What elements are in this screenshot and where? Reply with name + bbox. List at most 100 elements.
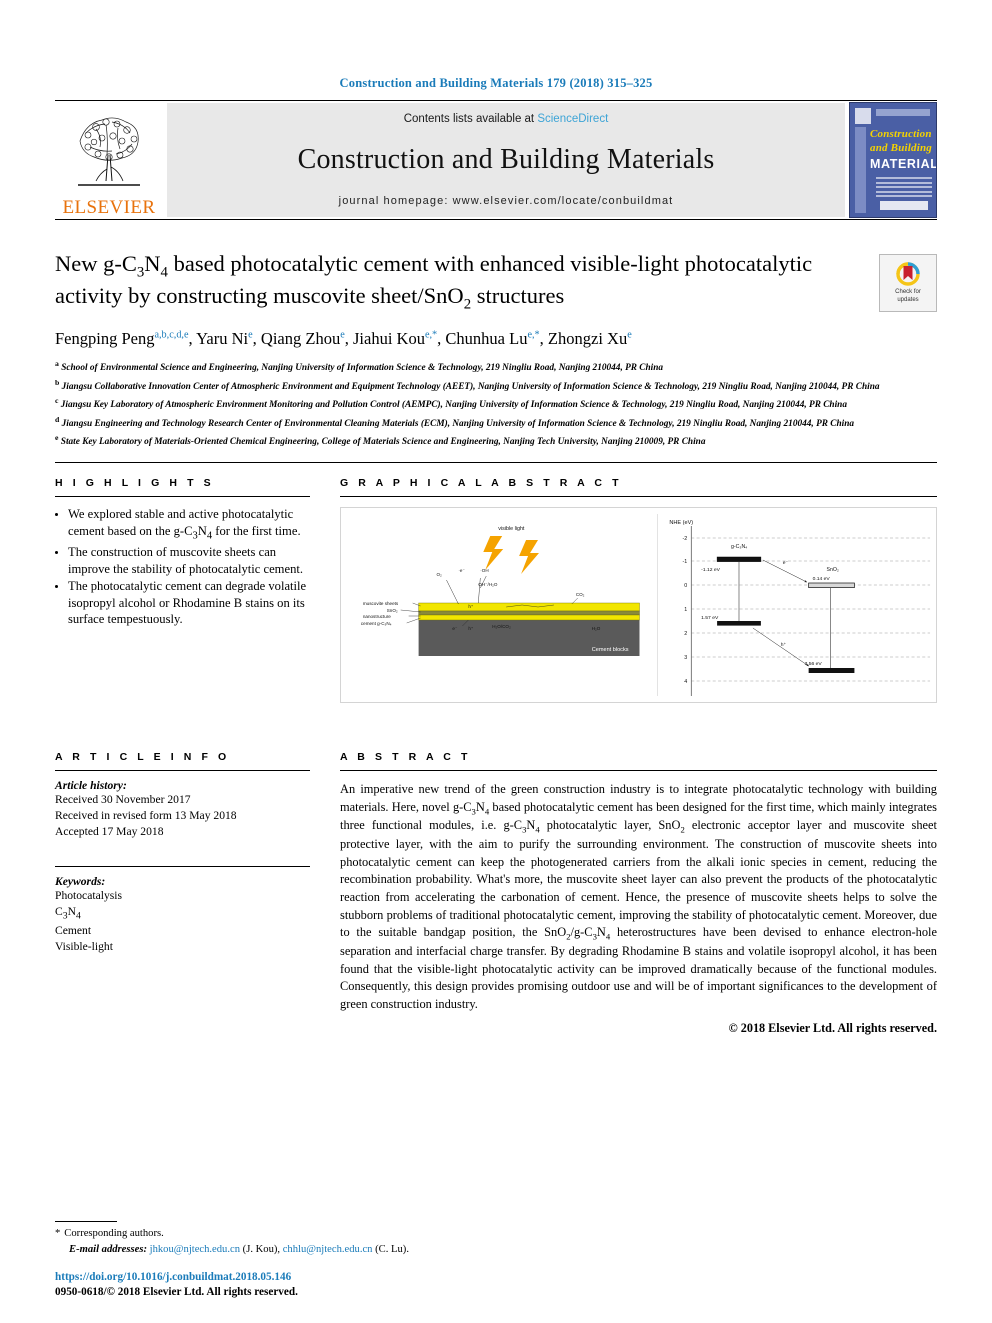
affiliation-marker: d (55, 414, 60, 424)
affiliation-item: a School of Environmental Science and En… (55, 358, 937, 376)
masthead-center: Contents lists available at ScienceDirec… (167, 103, 845, 217)
affiliation-marker: c (55, 396, 59, 406)
affiliation-text: State Key Laboratory of Materials-Orient… (60, 437, 706, 448)
crossmark-label-line1: Check for (895, 289, 921, 295)
corresponding-text: Corresponding authors. (64, 1228, 164, 1240)
cover-title-line-2: and Building (870, 142, 933, 154)
journal-masthead: ELSEVIER Contents lists available at Sci… (55, 101, 937, 219)
article-info-heading: A R T I C L E I N F O (55, 750, 230, 763)
email-link[interactable]: jhkou@njtech.edu.cn (150, 1244, 240, 1255)
author[interactable]: Zhongzi Xue (548, 329, 632, 348)
email-person: (C. Lu) (375, 1243, 407, 1255)
product-label-o2: O₂ (437, 572, 443, 577)
affiliation-item: e State Key Laboratory of Materials-Orie… (55, 432, 937, 450)
product-label-ohwater: OH⁻/H₂O (478, 582, 498, 587)
keyword-item: Photocatalysis (55, 888, 122, 902)
author-affil-marker: e (627, 329, 632, 341)
crossmark-icon (896, 262, 920, 286)
crossmark-badge[interactable]: Check for updates (879, 254, 937, 312)
affiliation-marker: e (55, 433, 59, 443)
level-gcn-cb (717, 556, 761, 562)
affiliation-list: a School of Environmental Science and En… (55, 358, 937, 450)
email-link[interactable]: chhlu@njtech.edu.cn (283, 1244, 373, 1255)
svg-text:4: 4 (684, 679, 687, 685)
carrier-label-e-: ·e⁻ (458, 568, 465, 573)
elsevier-wordmark: ELSEVIER (62, 197, 156, 218)
author[interactable]: Jiahui Koue,* (353, 329, 437, 348)
highlights-list: We explored stable and active photocatal… (55, 506, 310, 628)
product-label-oh: ·OH (480, 568, 488, 573)
graphical-abstract-column: G R A P H I C A L A B S T R A C T visibl… (340, 477, 937, 703)
running-head: Construction and Building Materials 179 … (339, 76, 653, 90)
product-label-h2o: H₂O (592, 626, 601, 631)
level-sno2-cb (808, 582, 855, 588)
article-history-item: Received in revised form 13 May 2018 (55, 808, 237, 822)
author-list: Fengping Penga,b,c,d,e, Yaru Nie, Qiang … (55, 328, 632, 348)
highlights-graphical-row: H I G H L I G H T S We explored stable a… (55, 477, 937, 703)
cover-title-line-3: MATERIALS (870, 157, 936, 171)
article-history-item: Received 30 November 2017 (55, 792, 191, 806)
author[interactable]: Chunhua Lue,* (445, 329, 539, 348)
svg-text:-2: -2 (682, 536, 687, 542)
band-axis-label: NHE (eV) (669, 520, 693, 526)
email-note: E-mail addresses: jhkou@njtech.edu.cn (J… (69, 1243, 409, 1255)
article-info-column: A R T I C L E I N F O Article history: R… (55, 717, 310, 1036)
keyword-item: C3N4 (55, 904, 81, 922)
level-sno2-vb (808, 667, 855, 673)
band-carrier-h: h⁺ (781, 642, 787, 648)
abstract-heading: A B S T R A C T (340, 750, 471, 763)
info-abstract-row: A R T I C L E I N F O Article history: R… (55, 717, 937, 1036)
journal-cover-thumbnail[interactable]: Construction and Building MATERIALS (849, 102, 937, 218)
article-info-block: A R T I C L E I N F O Article history: R… (55, 751, 310, 955)
contents-prefix: Contents lists available at (403, 113, 538, 125)
issn-copyright: 0950-0618/© 2018 Elsevier Ltd. All right… (55, 1286, 298, 1299)
carrier-label-h-plus: h⁺ (468, 604, 474, 609)
abstract-column: A B S T R A C T An imperative new trend … (340, 717, 937, 1036)
keywords-rule (55, 865, 310, 867)
cover-side-stripe (855, 127, 866, 213)
highlights-column: H I G H L I G H T S We explored stable a… (55, 477, 310, 703)
product-label-co2: CO₂ (576, 592, 585, 597)
graphical-abstract-heading: G R A P H I C A L A B S T R A C T (340, 476, 623, 489)
affiliation-text: Jiangsu Key Laboratory of Atmospheric En… (60, 400, 847, 411)
elsevier-tree-icon (78, 117, 140, 186)
level-label-gcn-cb: -1.12 eV (701, 567, 720, 573)
journal-title: Construction and Building Materials (297, 144, 715, 175)
footnote-block: * Corresponding authors. E-mail addresses… (55, 1221, 615, 1257)
band-carrier-e: e⁻ (783, 560, 789, 566)
svg-text:3: 3 (684, 655, 687, 661)
svg-text:-1: -1 (682, 559, 687, 565)
highlight-item: The photocatalytic cement can degrade vo… (68, 578, 310, 628)
journal-homepage[interactable]: journal homepage: www.elsevier.com/locat… (339, 195, 674, 207)
corresponding-author-note: * Corresponding authors. (55, 1226, 615, 1241)
carrier-label-e-bulk: e⁻ (452, 626, 458, 631)
sciencedirect-link[interactable]: ScienceDirect (537, 113, 608, 125)
layer-label-nanostructure: nanostructure (363, 614, 391, 619)
species-label-gcn: g-C₃N₄ (731, 544, 747, 550)
author[interactable]: Qiang Zhoue (261, 329, 345, 348)
affiliation-item: b Jiangsu Collaborative Innovation Cente… (55, 377, 937, 395)
keywords-label: Keywords: (55, 874, 106, 888)
graphical-abstract-svg: visible light Cement blocks muscovite sh… (341, 507, 936, 702)
doi-link[interactable]: https://doi.org/10.1016/j.conbuildmat.20… (55, 1270, 298, 1286)
masthead-rule (55, 219, 937, 220)
graphical-abstract-figure[interactable]: visible light Cement blocks muscovite sh… (340, 506, 937, 703)
footnote-rule (55, 1221, 117, 1223)
email-person: (J. Kou) (242, 1243, 278, 1255)
visible-light-label: visible light (498, 526, 525, 532)
carrier-label-h-bulk: h⁺ (468, 626, 474, 631)
product-label-h2o-bulk: H₂O/CO₂ (492, 624, 511, 629)
elsevier-logo: ELSEVIER (55, 101, 163, 219)
author[interactable]: Yaru Nie (196, 329, 253, 348)
abstract-rule (340, 769, 937, 771)
email-label: E-mail addresses: (69, 1243, 147, 1255)
svg-text:2: 2 (684, 631, 687, 637)
crossmark-label: Check for updates (895, 289, 921, 304)
layer-label-sno2: SnO₂ (387, 608, 398, 613)
contents-available-line: Contents lists available at ScienceDirec… (404, 113, 609, 125)
highlights-rule (55, 495, 310, 497)
author[interactable]: Fengping Penga,b,c,d,e (55, 329, 189, 348)
species-label-sno2: SnO₂ (827, 567, 839, 573)
cover-subtitle-lines (876, 177, 932, 200)
cover-emblem-icon (855, 108, 871, 124)
